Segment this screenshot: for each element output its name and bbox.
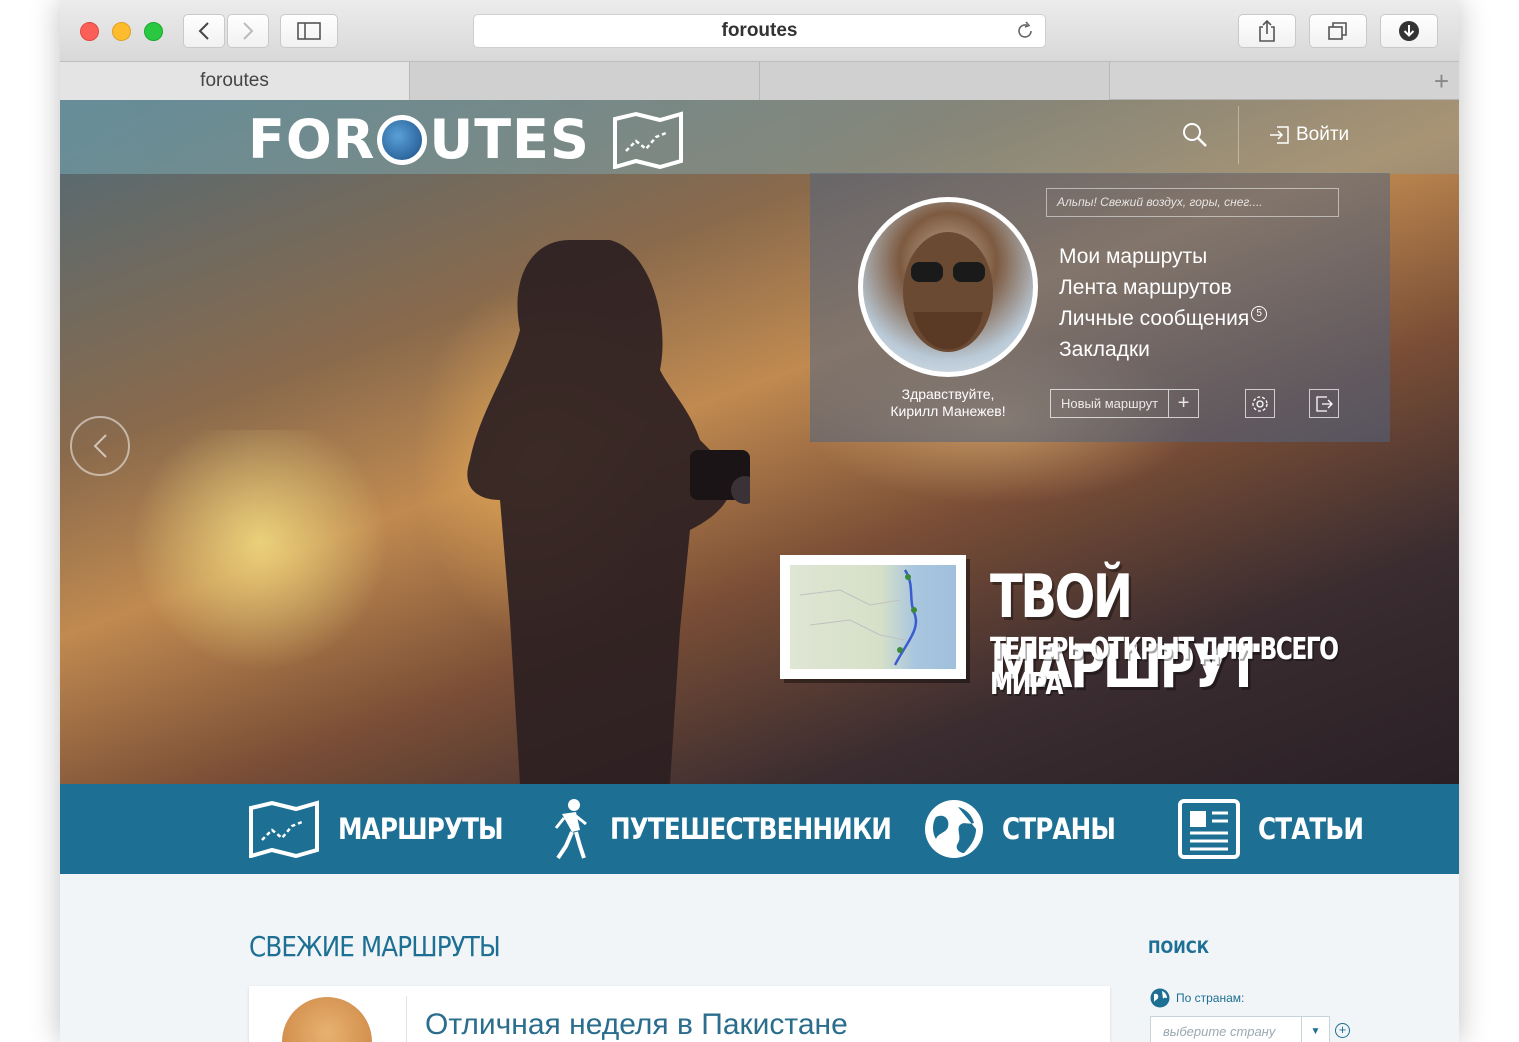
avatar-photo xyxy=(903,232,993,352)
back-button[interactable] xyxy=(183,14,225,48)
search-icon[interactable] xyxy=(1182,122,1208,153)
title-bar: foroutes xyxy=(60,0,1459,62)
sidebar-title: ПОИСК xyxy=(1148,938,1209,958)
route-author-avatar[interactable] xyxy=(282,997,372,1042)
tab-empty[interactable] xyxy=(410,62,760,100)
downloads-button[interactable] xyxy=(1380,14,1438,48)
logo-text-left: FOR xyxy=(248,108,376,171)
main-content: СВЕЖИЕ МАРШРУТЫ Отличная неделя в Пакист… xyxy=(60,874,1459,1042)
nav-item-travelers[interactable]: ПУТЕШЕСТВЕННИКИ xyxy=(548,784,941,874)
greeting-line1: Здравствуйте, xyxy=(901,386,995,402)
menu-item-label: Мои маршруты xyxy=(1059,245,1208,268)
header-divider xyxy=(1238,106,1239,164)
card-divider xyxy=(406,996,407,1042)
new-route-button[interactable]: Новый маршрут + xyxy=(1050,389,1200,418)
menu-item-bookmarks[interactable]: Закладки xyxy=(1059,334,1267,365)
download-icon xyxy=(1399,21,1419,41)
close-window-button[interactable] xyxy=(80,22,99,41)
minimize-window-button[interactable] xyxy=(112,22,131,41)
country-select[interactable]: выберите страну ▼ xyxy=(1150,1016,1330,1042)
hero-photo-girl xyxy=(467,240,750,784)
map-image xyxy=(790,565,956,669)
share-icon xyxy=(1259,19,1275,42)
hero-subtitle: ТЕПЕРЬ ОТКРЫТ ДЛЯ ВСЕГО МИРА xyxy=(990,632,1339,702)
sidebar-icon xyxy=(297,22,321,40)
login-button[interactable]: Войти xyxy=(1268,124,1349,146)
user-menu: Мои маршруты Лента маршрутов Личные сооб… xyxy=(1059,241,1268,365)
nav-item-articles[interactable]: СТАТЬИ xyxy=(1178,784,1382,874)
share-button[interactable] xyxy=(1238,14,1296,48)
tabs-icon xyxy=(1328,22,1347,40)
tabs-overview-button[interactable] xyxy=(1309,14,1367,48)
address-text: foroutes xyxy=(721,20,798,41)
messages-count-badge: 5 xyxy=(1251,306,1268,322)
chevron-left-icon xyxy=(198,22,209,40)
tab-bar: foroutes + xyxy=(60,62,1459,100)
browser-window: foroutes foroutes + FOR UTES Войти Здрав… xyxy=(60,0,1459,1042)
slider-prev-button[interactable] xyxy=(70,416,130,476)
plus-icon: + xyxy=(1168,390,1198,417)
tab-label: foroutes xyxy=(200,70,269,91)
route-map-thumbnail[interactable] xyxy=(780,555,966,679)
logout-button[interactable] xyxy=(1309,389,1339,418)
tab-foroutes[interactable]: foroutes xyxy=(60,62,410,100)
globe-icon xyxy=(925,800,983,858)
login-label: Войти xyxy=(1296,124,1350,145)
route-title[interactable]: Отличная неделя в Пакистане xyxy=(425,1008,848,1042)
chevron-left-icon xyxy=(93,434,107,458)
menu-item-messages[interactable]: Личные сообщения 5 xyxy=(1059,303,1268,334)
hiker-icon xyxy=(554,799,587,860)
country-filter-text: По странам: xyxy=(1176,991,1245,1005)
sidebar-toggle-button[interactable] xyxy=(280,14,338,48)
nav-item-routes[interactable]: МАРШРУТЫ xyxy=(248,784,532,874)
settings-button[interactable] xyxy=(1245,389,1275,418)
greeting-user-name: Кирилл Манежев! xyxy=(890,403,1006,419)
user-panel: Здравствуйте, Кирилл Манежев! Альпы! Све… xyxy=(810,173,1390,442)
site-logo[interactable]: FOR UTES xyxy=(248,108,684,171)
logo-map-icon xyxy=(612,110,683,169)
logout-icon xyxy=(1316,395,1333,412)
nav-item-countries[interactable]: СТРАНЫ xyxy=(924,784,1135,874)
route-card[interactable]: Отличная неделя в Пакистане xyxy=(249,986,1110,1042)
plus-icon: + xyxy=(1433,65,1449,96)
map-icon xyxy=(249,800,319,858)
new-route-label: Новый маршрут xyxy=(1061,396,1159,411)
login-icon xyxy=(1270,126,1289,144)
newspaper-icon xyxy=(1178,799,1240,859)
new-tab-button[interactable]: + xyxy=(1110,62,1459,100)
add-country-button[interactable]: + xyxy=(1335,1023,1350,1038)
logo-globe-icon xyxy=(377,114,428,165)
address-bar[interactable]: foroutes xyxy=(473,14,1046,48)
menu-item-my-routes[interactable]: Мои маршруты xyxy=(1059,241,1267,272)
user-avatar[interactable] xyxy=(858,197,1038,377)
hero-banner: FOR UTES Войти Здравствуйте, Кирилл Мане… xyxy=(60,100,1459,784)
chevron-right-icon xyxy=(243,22,254,40)
greeting: Здравствуйте, Кирилл Манежев! xyxy=(868,386,1028,420)
menu-item-label: Лента маршрутов xyxy=(1059,276,1232,299)
nav-item-label: МАРШРУТЫ xyxy=(338,812,504,846)
hero-bench-light xyxy=(130,430,390,710)
section-title: СВЕЖИЕ МАРШРУТЫ xyxy=(249,930,501,963)
panel-search-placeholder: Альпы! Свежий воздух, горы, снег.... xyxy=(1057,195,1263,209)
country-select-placeholder: выберите страну xyxy=(1163,1024,1276,1039)
zoom-window-button[interactable] xyxy=(144,22,163,41)
country-filter-label: По странам: xyxy=(1150,988,1244,1008)
menu-item-label: Закладки xyxy=(1059,338,1150,361)
forward-button[interactable] xyxy=(227,14,269,48)
logo-text-right: UTES xyxy=(429,108,590,171)
nav-item-label: СТРАНЫ xyxy=(1002,812,1116,846)
nav-item-label: СТАТЬИ xyxy=(1258,812,1364,846)
globe-icon xyxy=(1150,988,1170,1008)
main-nav: МАРШРУТЫ ПУТЕШЕСТВЕННИКИ СТРАНЫ СТАТЬИ xyxy=(60,784,1459,874)
dropdown-arrow-icon: ▼ xyxy=(1301,1017,1329,1042)
tab-empty[interactable] xyxy=(760,62,1110,100)
panel-search-input[interactable]: Альпы! Свежий воздух, горы, снег.... xyxy=(1046,188,1339,217)
menu-item-route-feed[interactable]: Лента маршрутов xyxy=(1059,272,1267,303)
reload-icon[interactable] xyxy=(1015,21,1035,47)
gear-icon xyxy=(1252,395,1268,412)
nav-item-label: ПУТЕШЕСТВЕННИКИ xyxy=(610,812,892,846)
menu-item-label: Личные сообщения xyxy=(1059,307,1250,330)
